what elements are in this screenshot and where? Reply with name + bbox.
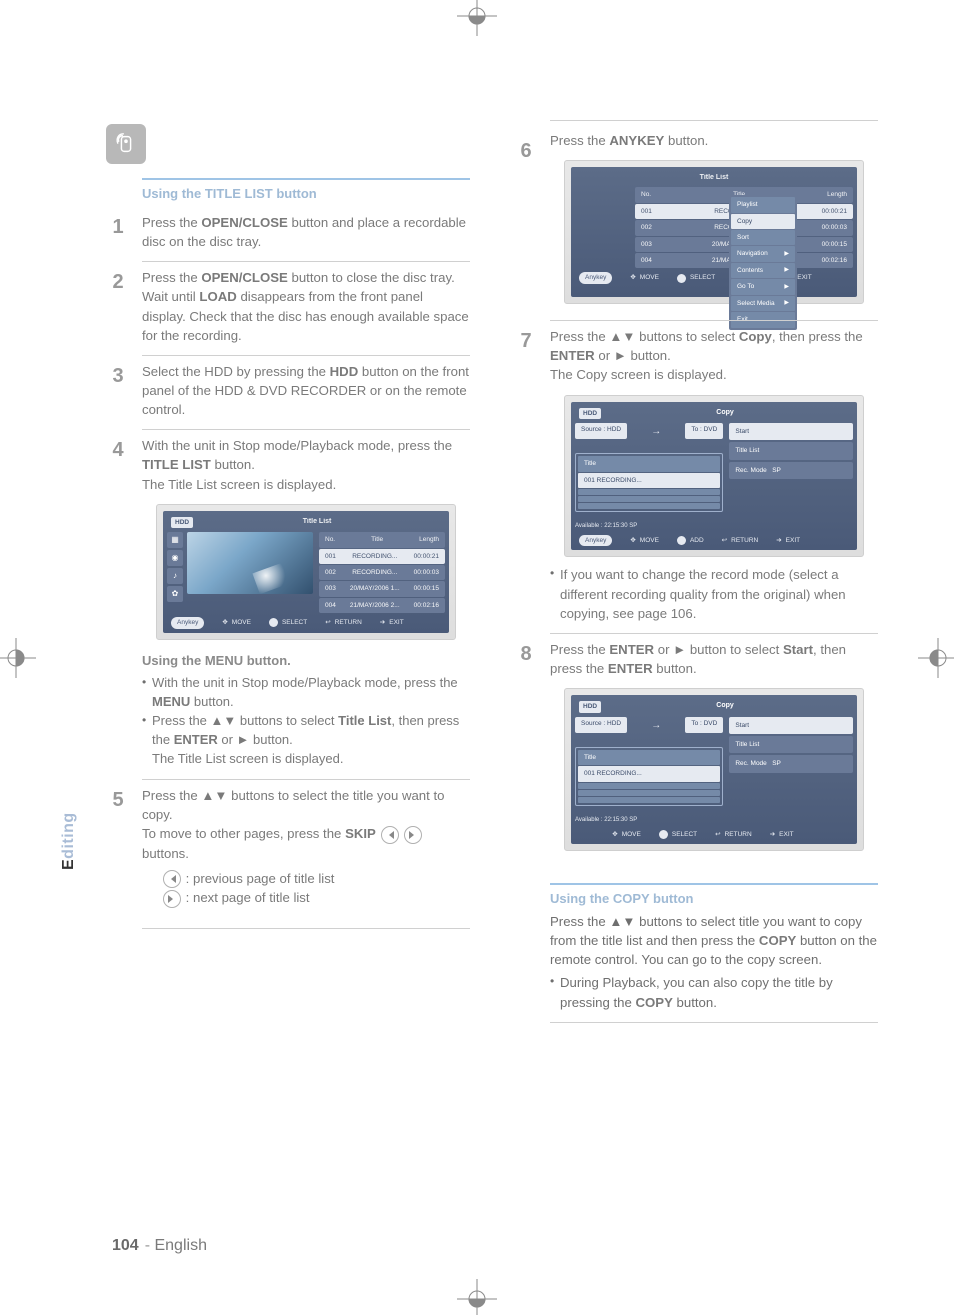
divider-blue xyxy=(550,883,878,885)
section-tab: Editing xyxy=(60,812,78,870)
step-8: Press the ENTER or ► button to select St… xyxy=(550,640,878,678)
step-7: Press the ▲▼ buttons to select Copy, the… xyxy=(550,327,878,384)
step-number: 4 xyxy=(102,436,134,465)
step-6: Press the ANYKEY button. xyxy=(550,131,878,150)
skip-next-icon xyxy=(163,890,181,908)
osd-photo-icon: ✿ xyxy=(167,586,183,602)
step-3: Select the HDD by pressing the HDD butto… xyxy=(142,362,470,419)
step-2: Press the OPEN/CLOSE button to close the… xyxy=(142,268,470,345)
page-number: 104 xyxy=(112,1237,139,1254)
step-5: Press the ▲▼ buttons to select the title… xyxy=(142,786,470,908)
step-4: With the unit in Stop mode/Playback mode… xyxy=(142,436,470,493)
divider xyxy=(550,120,878,121)
right-column: 6 Press the ANYKEY button. Title List xyxy=(514,120,878,1033)
skip-next-icon xyxy=(404,826,422,844)
menu-note: Using the MENU button. With the unit in … xyxy=(142,652,470,769)
step-number: 1 xyxy=(102,213,134,242)
step-number: 2 xyxy=(102,268,134,297)
skip-prev-icon xyxy=(163,870,181,888)
osd-list-icon: ▦ xyxy=(167,532,183,548)
osd-music-icon: ♪ xyxy=(167,568,183,584)
left-column: Using the TITLE LIST button 1 Press the … xyxy=(106,120,470,1033)
osd-popup: Playlist Copy Sort Navigation▶ Contents▶… xyxy=(729,195,797,329)
osd-footer: Anykey ✥ MOVE SELECT ↩ RETURN ➔ EXIT xyxy=(167,613,445,628)
heading-copy-button: Using the COPY button xyxy=(550,891,878,906)
osd-disc-icon: ◉ xyxy=(167,550,183,566)
step-number: 8 xyxy=(510,640,542,669)
step-number: 7 xyxy=(510,327,542,356)
crop-mark-bottom xyxy=(457,1279,497,1315)
divider xyxy=(142,928,470,929)
divider xyxy=(550,1022,878,1023)
step-number: 6 xyxy=(510,137,542,166)
crop-mark-right xyxy=(918,638,954,678)
osd-copy-start: HDD Copy Source : HDD → To : DVD xyxy=(564,688,864,851)
osd-heading: Title List xyxy=(303,517,332,527)
copy-box-text: Press the ▲▼ buttons to select title you… xyxy=(550,912,878,1012)
osd-screen-tag: HDD xyxy=(171,517,193,528)
skip-prev-icon xyxy=(381,826,399,844)
osd-title-list: HDD Title List ▦ ◉ ♪ xyxy=(156,504,456,640)
osd-rows: No.TitleLength 001RECORDING...00:00:21 0… xyxy=(319,532,445,613)
osd-anykey-popup: Title List No.TitleLength 001RECORDING..… xyxy=(564,160,864,304)
heading-title-list: Using the TITLE LIST button xyxy=(142,186,470,201)
section-tab-text: diting xyxy=(60,812,77,859)
step-1: Press the OPEN/CLOSE button and place a … xyxy=(142,213,470,251)
osd-copy-screen: HDD Copy Source : HDD → To : DVD xyxy=(564,395,864,558)
crop-mark-top xyxy=(457,0,497,36)
crop-mark-left xyxy=(0,638,36,678)
note-7: If you want to change the record mode (s… xyxy=(550,565,878,622)
step-number: 5 xyxy=(102,786,134,815)
page-language: English xyxy=(154,1237,206,1254)
osd-thumbnail xyxy=(187,532,313,594)
divider-blue xyxy=(142,178,470,180)
step-number: 3 xyxy=(102,362,134,391)
page-footer: 104- English xyxy=(112,1237,207,1255)
